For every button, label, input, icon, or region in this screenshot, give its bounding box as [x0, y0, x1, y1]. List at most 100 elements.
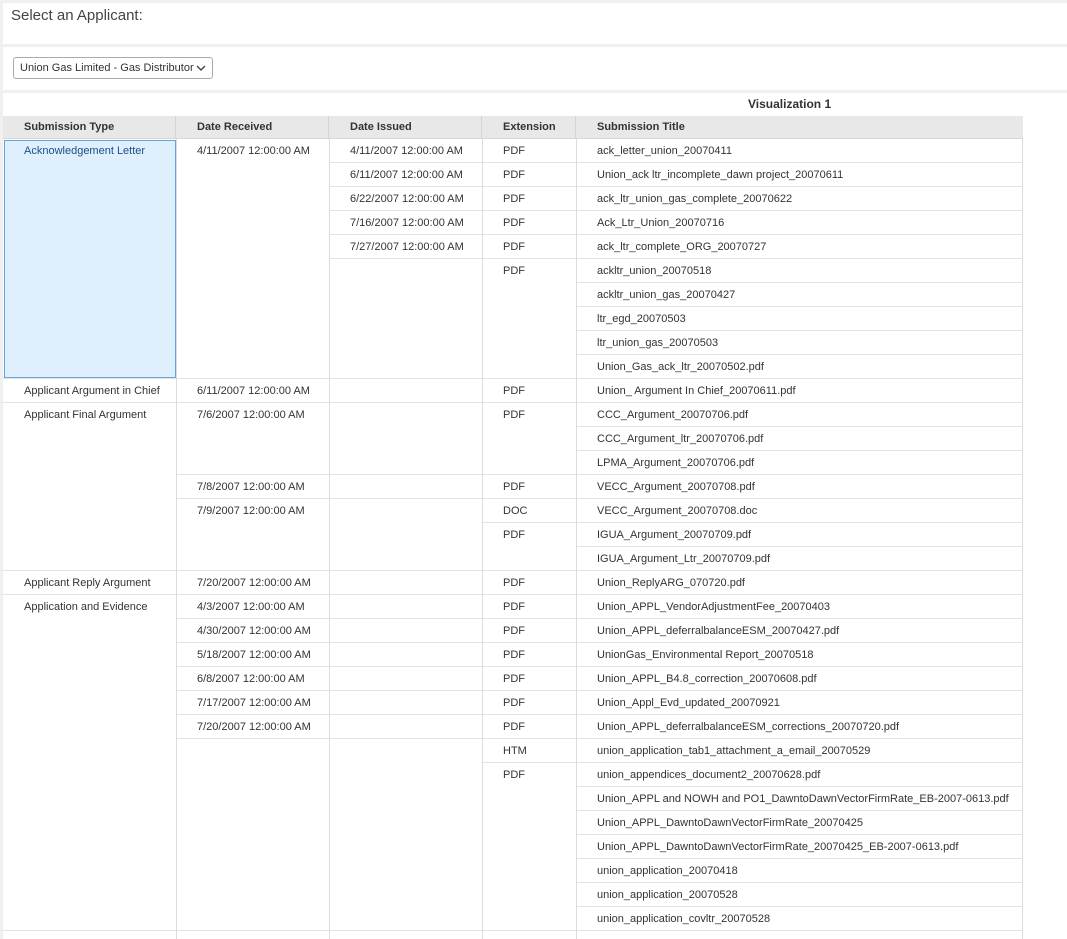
- extension-cell[interactable]: PDF: [503, 241, 525, 253]
- date-received-cell[interactable]: 7/20/2007 12:00:00 AM: [197, 721, 311, 733]
- column-divider: [482, 139, 483, 939]
- header-extension[interactable]: Extension: [482, 116, 576, 139]
- header-date-issued[interactable]: Date Issued: [329, 116, 482, 139]
- extension-cell[interactable]: PDF: [503, 193, 525, 205]
- date-received-cell[interactable]: 7/17/2007 12:00:00 AM: [197, 697, 311, 709]
- row-divider: [176, 570, 329, 571]
- extension-cell[interactable]: PDF: [503, 265, 525, 277]
- submission-title-cell[interactable]: Union_Gas_ack_ltr_20070502.pdf: [597, 361, 764, 373]
- submission-type-cell[interactable]: Application and Evidence: [24, 601, 148, 613]
- date-received-cell[interactable]: 7/20/2007 12:00:00 AM: [197, 577, 311, 589]
- submission-title-cell[interactable]: CCC_Argument_20070706.pdf: [597, 409, 748, 421]
- date-received-cell[interactable]: 7/8/2007 12:00:00 AM: [197, 481, 305, 493]
- submission-title-cell[interactable]: IGUA_Argument_Ltr_20070709.pdf: [597, 553, 770, 565]
- submission-title-cell[interactable]: ltr_egd_20070503: [597, 313, 686, 325]
- row-divider: [482, 642, 576, 643]
- submission-title-cell[interactable]: UnionGas_Environmental Report_20070518: [597, 649, 813, 661]
- extension-cell[interactable]: PDF: [503, 769, 525, 781]
- submission-title-cell[interactable]: union_application_covltr_20070528: [597, 913, 770, 925]
- row-divider: [482, 186, 576, 187]
- submission-title-cell[interactable]: CCC_Argument_ltr_20070706.pdf: [597, 433, 763, 445]
- submission-title-cell[interactable]: Union_APPL_deferralbalanceESM_20070427.p…: [597, 625, 839, 637]
- row-divider: [176, 666, 329, 667]
- row-divider: [329, 162, 482, 163]
- extension-cell[interactable]: PDF: [503, 409, 525, 421]
- submission-title-cell[interactable]: VECC_Argument_20070708.doc: [597, 505, 757, 517]
- submission-title-cell[interactable]: Union_ack ltr_incomplete_dawn project_20…: [597, 169, 843, 181]
- row-divider: [482, 498, 576, 499]
- extension-cell[interactable]: PDF: [503, 625, 525, 637]
- submission-type-cell[interactable]: Applicant Final Argument: [24, 409, 146, 421]
- submission-title-cell[interactable]: Union_ Argument In Chief_20070611.pdf: [597, 385, 796, 397]
- submission-title-cell[interactable]: ack_letter_union_20070411: [597, 145, 732, 157]
- submission-title-cell[interactable]: VECC_Argument_20070708.pdf: [597, 481, 755, 493]
- submission-title-cell[interactable]: Union_ReplyARG_070720.pdf: [597, 577, 745, 589]
- date-received-cell[interactable]: 4/30/2007 12:00:00 AM: [197, 625, 311, 637]
- extension-cell[interactable]: PDF: [503, 721, 525, 733]
- header-submission-type[interactable]: Submission Type: [3, 116, 176, 139]
- extension-cell[interactable]: PDF: [503, 577, 525, 589]
- date-received-cell[interactable]: 4/3/2007 12:00:00 AM: [197, 601, 305, 613]
- row-divider: [329, 690, 482, 691]
- extension-cell[interactable]: PDF: [503, 529, 525, 541]
- extension-cell[interactable]: PDF: [503, 145, 525, 157]
- submission-title-cell[interactable]: Union_APPL and NOWH and PO1_DawntoDawnVe…: [597, 793, 1009, 805]
- extension-cell[interactable]: HTM: [503, 745, 527, 757]
- row-divider: [329, 498, 482, 499]
- date-received-cell[interactable]: 7/6/2007 12:00:00 AM: [197, 409, 305, 421]
- submission-title-cell[interactable]: ackltr_union_gas_20070427: [597, 289, 735, 301]
- submission-title-cell[interactable]: ack_ltr_union_gas_complete_20070622: [597, 193, 792, 205]
- row-divider: [576, 714, 1023, 715]
- row-divider: [176, 714, 329, 715]
- extension-cell[interactable]: PDF: [503, 481, 525, 493]
- date-received-cell[interactable]: 5/18/2007 12:00:00 AM: [197, 649, 311, 661]
- submission-type-cell[interactable]: Acknowledgement Letter: [24, 145, 145, 157]
- extension-cell[interactable]: PDF: [503, 217, 525, 229]
- submission-title-cell[interactable]: ackltr_union_20070518: [597, 265, 711, 277]
- submission-title-cell[interactable]: Ack_Ltr_Union_20070716: [597, 217, 724, 229]
- submission-title-cell[interactable]: union_appendices_document2_20070628.pdf: [597, 769, 820, 781]
- submission-title-cell[interactable]: union_application_20070418: [597, 865, 738, 877]
- submission-title-cell[interactable]: ltr_union_gas_20070503: [597, 337, 718, 349]
- row-divider: [3, 378, 176, 379]
- submission-title-cell[interactable]: Union_APPL_VendorAdjustmentFee_20070403: [597, 601, 830, 613]
- submission-title-cell[interactable]: IGUA_Argument_20070709.pdf: [597, 529, 751, 541]
- row-divider: [329, 378, 482, 379]
- extension-cell[interactable]: DOC: [503, 505, 527, 517]
- date-issued-cell[interactable]: 4/11/2007 12:00:00 AM: [350, 145, 463, 157]
- extension-cell[interactable]: PDF: [503, 601, 525, 613]
- row-divider: [576, 666, 1023, 667]
- extension-cell[interactable]: PDF: [503, 385, 525, 397]
- submissions-table: Acknowledgement Letter 4/11/2007 12:00:00…: [3, 139, 1023, 939]
- date-received-cell[interactable]: 7/9/2007 12:00:00 AM: [197, 505, 305, 517]
- submission-title-cell[interactable]: Union_APPL_DawntoDawnVectorFirmRate_2007…: [597, 817, 863, 829]
- applicant-select[interactable]: Union Gas Limited - Gas Distributor: [13, 57, 213, 79]
- submission-title-cell[interactable]: LPMA_Argument_20070706.pdf: [597, 457, 754, 469]
- submission-title-cell[interactable]: ack_ltr_complete_ORG_20070727: [597, 241, 766, 253]
- extension-cell[interactable]: PDF: [503, 673, 525, 685]
- extension-cell[interactable]: PDF: [503, 697, 525, 709]
- date-issued-cell[interactable]: 7/16/2007 12:00:00 AM: [350, 217, 464, 229]
- submission-type-cell[interactable]: Applicant Reply Argument: [24, 577, 151, 589]
- header-submission-title[interactable]: Submission Title: [576, 116, 1023, 139]
- row-divider: [329, 642, 482, 643]
- submission-title-cell[interactable]: Union_APPL_DawntoDawnVectorFirmRate_2007…: [597, 841, 958, 853]
- submission-title-cell[interactable]: Union_APPL_B4.8_correction_20070608.pdf: [597, 673, 817, 685]
- date-received-cell[interactable]: 4/11/2007 12:00:00 AM: [197, 145, 310, 157]
- date-issued-cell[interactable]: 6/11/2007 12:00:00 AM: [350, 169, 463, 181]
- submission-title-cell[interactable]: Union_Appl_Evd_updated_20070921: [597, 697, 780, 709]
- row-divider: [482, 402, 576, 403]
- date-received-cell[interactable]: 6/11/2007 12:00:00 AM: [197, 385, 310, 397]
- submission-title-cell[interactable]: Union_APPL_deferralbalanceESM_correction…: [597, 721, 899, 733]
- extension-cell[interactable]: PDF: [503, 649, 525, 661]
- extension-cell[interactable]: PDF: [503, 169, 525, 181]
- submission-title-cell[interactable]: union_application_20070528: [597, 889, 738, 901]
- row-divider: [329, 210, 482, 211]
- date-received-cell[interactable]: 6/8/2007 12:00:00 AM: [197, 673, 305, 685]
- date-issued-cell[interactable]: 6/22/2007 12:00:00 AM: [350, 193, 464, 205]
- date-issued-cell[interactable]: 7/27/2007 12:00:00 AM: [350, 241, 464, 253]
- submission-title-cell[interactable]: union_application_tab1_attachment_a_emai…: [597, 745, 870, 757]
- header-date-received[interactable]: Date Received: [176, 116, 329, 139]
- submission-type-cell[interactable]: Applicant Argument in Chief: [24, 385, 160, 397]
- column-divider: [576, 139, 577, 939]
